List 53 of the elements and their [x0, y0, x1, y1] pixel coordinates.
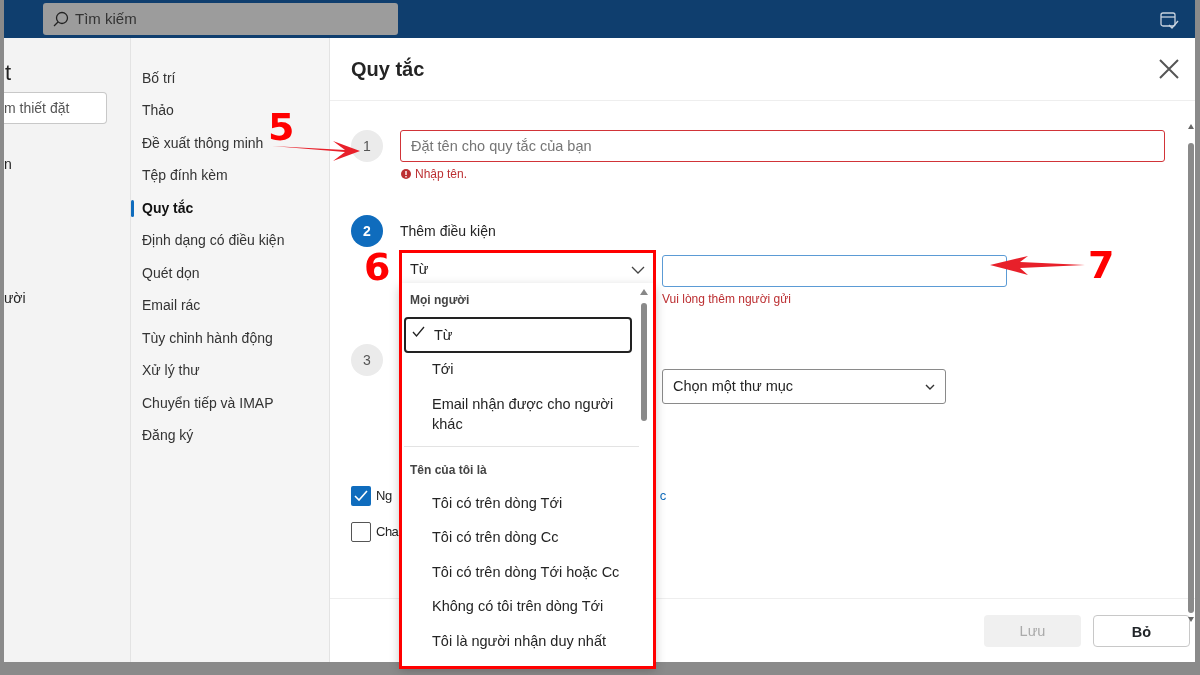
close-icon[interactable] — [1159, 59, 1179, 79]
callout-number: 7 — [1088, 246, 1115, 284]
menu-option[interactable]: Từ — [404, 317, 632, 353]
checkbox[interactable] — [351, 522, 371, 542]
menu-option[interactable]: Tôi có trên dòng Tới hoặc Cc — [404, 555, 632, 590]
nav-item[interactable]: Quy tắc — [131, 192, 194, 225]
settings-category[interactable]: ười — [4, 290, 26, 306]
dialog-title: Quy tắc — [351, 56, 425, 82]
menu-option[interactable]: Tôi là người nhận duy nhất — [404, 624, 632, 659]
pane-title: t — [5, 60, 12, 85]
nav-item[interactable]: Quét dọn — [131, 257, 200, 290]
callout-number: 6 — [364, 248, 391, 286]
nav-item[interactable]: Bố trí — [131, 62, 176, 95]
step-number: 1 — [351, 130, 383, 162]
step-number: 3 — [351, 344, 383, 376]
menu-option[interactable]: Tôi có trên dòng Tới — [404, 486, 632, 521]
nav-item[interactable]: Định dạng có điều kiện — [131, 224, 285, 257]
menu-option[interactable]: Email nhận được cho người khác — [404, 387, 632, 440]
search-icon — [53, 11, 69, 27]
nav-item[interactable]: Thảo — [131, 94, 174, 127]
group-header: Mọi người — [410, 292, 470, 309]
callout-number: 5 — [268, 108, 295, 146]
step-number: 2 — [351, 215, 383, 247]
chevron-down-icon — [925, 383, 935, 390]
settings-category[interactable]: n — [4, 156, 12, 172]
checkbox-label: Ng — [376, 487, 392, 506]
checkmark-icon — [412, 326, 425, 337]
checkbox[interactable] — [351, 486, 371, 506]
nav-item[interactable]: Đề xuất thông minh — [131, 127, 264, 160]
rule-name-field[interactable]: Đặt tên cho quy tắc của bạn — [400, 130, 1165, 162]
nav-item[interactable]: Đăng ký — [131, 419, 194, 452]
calendar-check-icon[interactable] — [1159, 9, 1179, 30]
section-title: Thêm điều kiện — [400, 221, 496, 241]
hint-message: Vui lòng thêm người gửi — [662, 291, 792, 308]
nav-item[interactable]: Tệp đính kèm — [131, 159, 228, 192]
error-icon — [401, 169, 411, 179]
sender-field[interactable] — [662, 255, 1007, 287]
error-message: Nhập tên. — [401, 165, 1165, 183]
discard-button[interactable]: Bỏ — [1093, 614, 1190, 647]
menu-option[interactable]: Tới — [404, 353, 632, 388]
menu-option[interactable]: Không có tôi trên dòng Tới — [404, 590, 632, 625]
checkbox-label: Cha — [376, 523, 399, 542]
search-field[interactable]: Tìm kiếm — [43, 3, 398, 35]
nav-item[interactable]: Email rác — [131, 289, 201, 322]
chevron-down-icon — [631, 266, 645, 274]
group-header: Tên của tôi là — [410, 461, 487, 479]
settings-search-field[interactable]: m thiết đặt — [4, 92, 107, 124]
nav-item[interactable]: Xử lý thư — [131, 354, 200, 387]
nav-item[interactable]: Tùy chỉnh hành động — [131, 322, 273, 355]
link-text[interactable]: c — [659, 486, 666, 506]
menu-option[interactable]: Tôi có trên dòng Cc — [404, 521, 632, 556]
folder-dropdown[interactable]: Chọn một thư mục — [662, 369, 946, 404]
nav-item[interactable]: Chuyển tiếp và IMAP — [131, 387, 274, 420]
